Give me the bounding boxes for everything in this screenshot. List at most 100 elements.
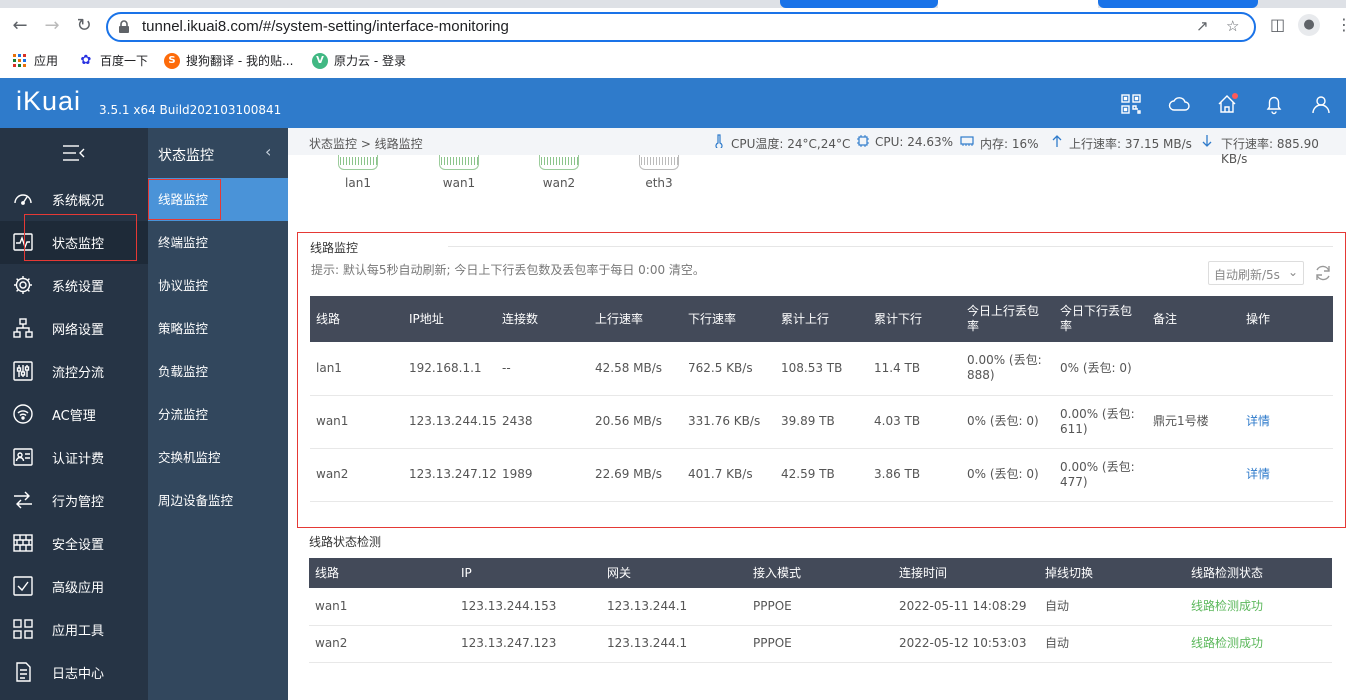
firewall-icon [12,532,36,556]
cell-up: 42.58 MB/s [589,342,682,396]
qrcode-icon[interactable] [1120,93,1142,115]
nav-item-security-settings[interactable]: 安全设置 [0,522,148,565]
cell-down: 331.76 KB/s [682,395,775,449]
reload-icon[interactable]: ↻ [72,14,96,38]
nav-item-traffic-control[interactable]: 流控分流 [0,350,148,393]
bookmark-yuanliyun[interactable]: V 原力云 - 登录 [312,52,406,69]
upload-rate: 上行速率: 37.15 MB/s [1069,137,1192,151]
cell-ip: 192.168.1.1 [403,342,496,396]
back-icon[interactable]: ← [8,14,32,38]
nav-item-network-settings[interactable]: 网络设置 [0,307,148,350]
sub-item-terminal-monitor[interactable]: 终端监控 [148,221,288,264]
wifi-icon [12,403,36,427]
refresh-icon[interactable] [1313,263,1333,283]
arrows-icon [12,489,36,513]
nav-item-behavior-control[interactable]: 行为管控 [0,479,148,522]
menu-collapse-icon[interactable] [62,144,86,162]
column-header: 连接时间 [893,558,1039,588]
sub-item-policy-monitor[interactable]: 策略监控 [148,307,288,350]
column-header: 今日下行丢包率 [1054,296,1147,342]
cell-line: wan2 [309,625,455,663]
cloud-icon[interactable] [1168,93,1190,115]
id-card-icon [12,446,36,470]
auto-refresh-select[interactable]: 自动刷新/5s ⌄ [1208,261,1304,285]
port-eth3[interactable]: eth3 [629,155,689,190]
column-header: 下行速率 [682,296,775,342]
nav-item-app-tools[interactable]: 应用工具 [0,608,148,651]
select-value: 自动刷新/5s [1214,268,1280,282]
sidebar-toggle-icon[interactable]: ◫ [1270,15,1285,34]
forward-icon[interactable]: → [40,14,64,38]
sub-item-switch-monitor[interactable]: 交换机监控 [148,436,288,479]
menu-icon[interactable]: ⋮ [1336,15,1346,34]
column-header: 线路检测状态 [1185,558,1332,588]
vue-icon: V [312,52,328,69]
nav-item-log-center[interactable]: 日志中心 [0,651,148,694]
divider [448,246,1333,247]
ethernet-port-icon [338,155,378,170]
star-icon[interactable]: ☆ [1226,17,1239,35]
breadcrumb: 状态监控 > 线路监控 [309,137,423,151]
menu-toggle[interactable] [0,128,148,178]
nav-label: 行为管控 [52,495,105,510]
highlight-box [24,214,137,261]
sub-item-split-monitor[interactable]: 分流监控 [148,393,288,436]
cell-up: 22.69 MB/s [589,448,682,502]
cell-mode: PPPOE [747,625,893,663]
user-icon[interactable] [1310,93,1332,115]
nav-item-auth-billing[interactable]: 认证计费 [0,436,148,479]
cell-up: 20.56 MB/s [589,395,682,449]
status-text: 线路检测成功 [1185,588,1332,626]
gear-icon [12,274,36,298]
bookmark-baidu[interactable]: ✿ 百度一下 [78,52,148,69]
sub-item-protocol-monitor[interactable]: 协议监控 [148,264,288,307]
bookmark-sogou[interactable]: S 搜狗翻译 - 我的贴... [164,52,293,69]
cell-mode: PPPOE [747,588,893,626]
address-bar[interactable]: tunnel.ikuai8.com/#/system-setting/inter… [106,12,1256,42]
nav-item-advanced-apps[interactable]: 高级应用 [0,565,148,608]
checkbox-icon [12,575,36,599]
port-wan2[interactable]: wan2 [529,155,589,190]
sub-item-load-monitor[interactable]: 负载监控 [148,350,288,393]
ethernet-port-icon [439,155,479,170]
nav-label: 网络设置 [52,323,105,338]
cell-total-down: 4.03 TB [868,395,961,449]
cell-total-down: 11.4 TB [868,342,961,396]
port-label: eth3 [645,176,673,190]
browser-tab[interactable] [780,0,938,8]
cell-note [1147,342,1240,396]
cpu-usage: CPU: 24.63% [875,135,954,149]
cell-ip: 123.13.244.153 [455,588,601,626]
browser-tab-active[interactable] [938,0,1098,8]
profile-icon[interactable]: ● [1298,14,1320,36]
cell-note: 鼎元1号楼 [1147,395,1240,449]
notification-dot [1232,93,1238,99]
details-link[interactable]: 详情 [1240,448,1333,502]
browser-tab[interactable] [1098,0,1258,8]
cell-conn: 2438 [496,395,589,449]
cell-up-loss: 0% (丢包: 0) [961,395,1054,449]
details-link[interactable]: 详情 [1240,395,1333,449]
nav-item-system-settings[interactable]: 系统设置 [0,264,148,307]
port-label: wan2 [542,176,576,190]
app-header: iKuai 3.5.1 x64 Build202103100841 [0,78,1346,128]
port-wan1[interactable]: wan1 [429,155,489,190]
bell-icon[interactable] [1263,93,1285,115]
arrow-down-icon [1202,135,1212,147]
cell-line: wan2 [310,448,403,502]
cell-total-up: 108.53 TB [775,342,868,396]
column-header: 线路 [310,296,403,342]
table-row: wan2 123.13.247.123 123.13.244.1 PPPOE 2… [309,625,1332,663]
share-icon[interactable]: ↗ [1196,17,1209,35]
cell-note [1147,448,1240,502]
cell-action [1240,342,1333,396]
sub-item-peripheral-monitor[interactable]: 周边设备监控 [148,479,288,522]
sub-nav: 状态监控 ‹ 线路监控 终端监控 协议监控 策略监控 负载监控 分流监控 交换机… [148,128,288,700]
bookmark-apps[interactable]: 应用 [12,52,58,69]
chevron-left-icon[interactable]: ‹ [265,142,271,161]
column-header: IP [455,558,601,588]
url-text: tunnel.ikuai8.com/#/system-setting/inter… [142,18,509,35]
port-lan1[interactable]: lan1 [328,155,388,190]
line-monitor-section: 线路监控 提示: 默认每5秒自动刷新; 今日上下行丢包数及丢包率于每日 0:00… [297,232,1346,528]
nav-item-ac-management[interactable]: AC管理 [0,393,148,436]
